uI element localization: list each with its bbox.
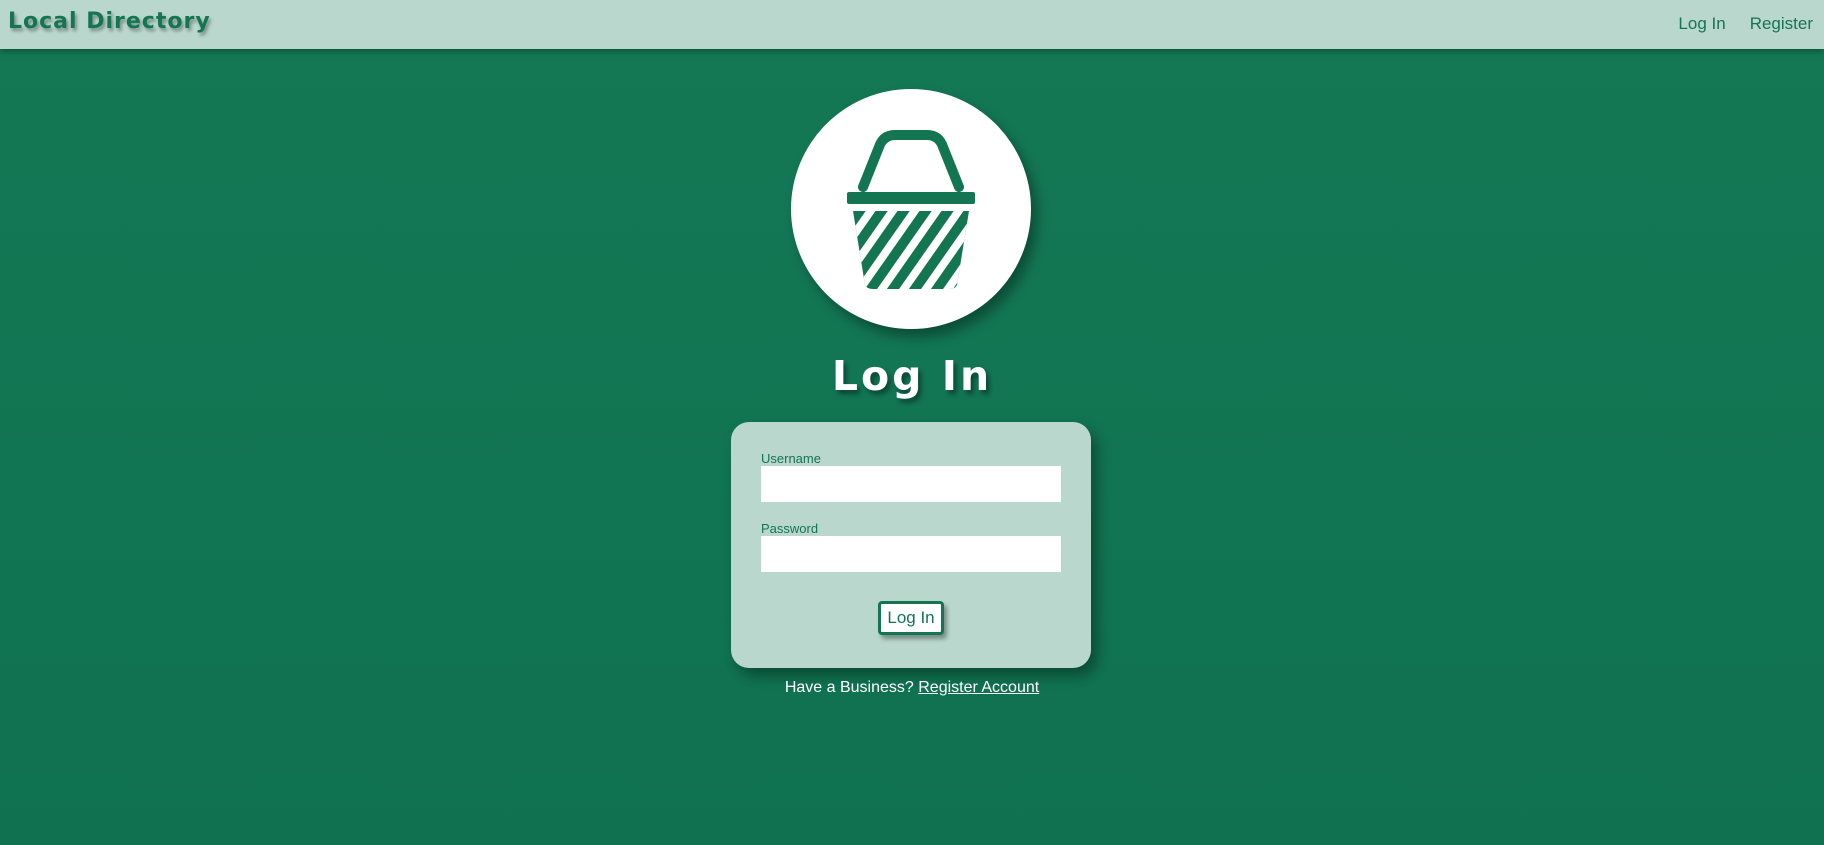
- username-label: Username: [761, 451, 821, 466]
- login-form: Username Password Log In: [731, 422, 1091, 668]
- password-label: Password: [761, 521, 819, 536]
- site-brand[interactable]: Local Directory: [8, 9, 211, 34]
- shopping-basket-icon: [847, 130, 975, 289]
- logo-badge: [791, 89, 1031, 329]
- nav-register-link[interactable]: Register: [1750, 14, 1813, 34]
- nav-links: Log In Register: [1678, 14, 1813, 34]
- password-input[interactable]: [761, 536, 1061, 572]
- register-account-link[interactable]: Register Account: [918, 679, 1039, 696]
- register-prompt-text: Have a Business?: [784, 679, 914, 696]
- username-input[interactable]: [761, 466, 1061, 502]
- nav-login-link[interactable]: Log In: [1678, 14, 1725, 34]
- top-navbar: Local Directory Log In Register: [0, 0, 1824, 49]
- register-prompt: Have a Business? Register Account: [0, 679, 1824, 697]
- login-submit-button[interactable]: Log In: [878, 601, 944, 635]
- page-title: Log In: [831, 352, 993, 400]
